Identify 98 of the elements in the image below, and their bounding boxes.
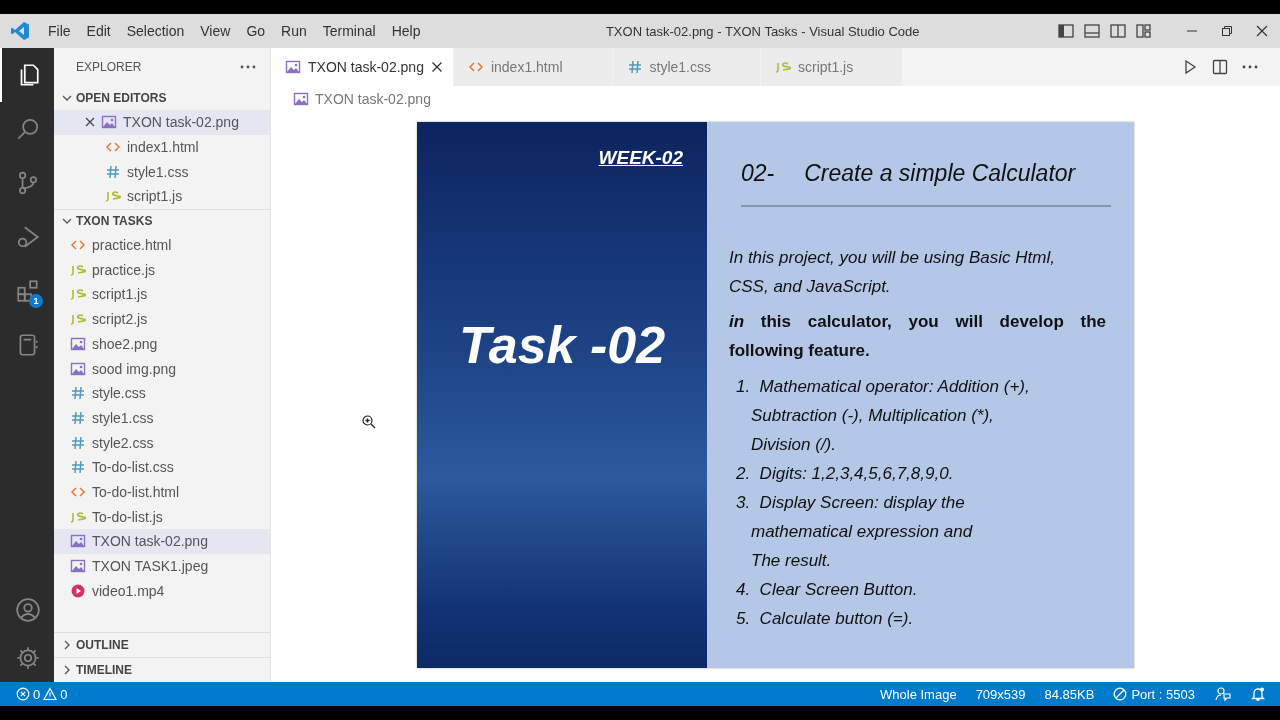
menu-item[interactable]: Go: [238, 23, 274, 39]
heading-number: 02-: [741, 160, 775, 187]
explorer-row[interactable]: script1.js: [54, 184, 270, 209]
week-label: WEEK-02: [598, 147, 683, 169]
script-icon: [775, 59, 791, 75]
section-header[interactable]: TXON TASKS: [76, 214, 153, 229]
split-editor-icon[interactable]: [1212, 59, 1228, 75]
list-item: 2. Digits: 1,2,3,4,5,6,7,8,9,0.: [735, 463, 955, 485]
section-header[interactable]: TIMELINE: [76, 663, 132, 677]
menu-item[interactable]: Selection: [118, 23, 193, 39]
list-item: 4. Clear Screen Button.: [735, 579, 919, 601]
extensions-icon[interactable]: [15, 278, 41, 304]
slide-heading: Create a simple Calculator: [804, 160, 1076, 187]
paragraph: in this calculator, you will develop the following feature.: [729, 311, 1106, 362]
close-icon[interactable]: [1256, 25, 1268, 37]
menu-item[interactable]: Edit: [78, 23, 119, 39]
no-entry-icon[interactable]: [1113, 687, 1128, 701]
breadcrumb-item[interactable]: TXON task-02.png: [315, 91, 431, 107]
list-item: 1. Mathematical operator: Addition (+), Subtraction (-), Multiplication (*), Division (/).: [735, 376, 1031, 456]
image-file-icon: [70, 360, 86, 377]
panel-toggle-icon[interactable]: [1083, 22, 1101, 40]
restore-icon[interactable]: [1221, 25, 1233, 37]
image-file-icon: [70, 335, 86, 352]
editor-tab[interactable]: script1.js: [761, 48, 904, 86]
bell-icon[interactable]: [1250, 686, 1266, 702]
section-header[interactable]: OPEN EDITORS: [76, 91, 167, 105]
menu-item[interactable]: View: [192, 23, 239, 39]
explorer-row[interactable]: style1.css: [54, 159, 270, 185]
explorer-row[interactable]: sood img.png: [54, 356, 270, 381]
more-icon[interactable]: [240, 65, 256, 69]
run-icon[interactable]: [1182, 59, 1198, 75]
explorer-row[interactable]: style.css: [54, 380, 270, 406]
split-layout-icon[interactable]: [1109, 22, 1127, 40]
feedback-icon[interactable]: [1215, 686, 1231, 702]
sidebar-title: EXPLORER: [76, 60, 142, 74]
status-item[interactable]: 709x539: [975, 686, 1026, 702]
zoom-in-icon: [362, 415, 376, 429]
app-logo: [10, 21, 30, 41]
explorer-row[interactable]: practice.html: [54, 232, 270, 258]
explorer-row[interactable]: style1.css: [54, 405, 270, 431]
menu-item[interactable]: Terminal: [314, 23, 384, 39]
status-item[interactable]: 84.85KB: [1044, 686, 1095, 702]
hash-icon: [626, 59, 643, 75]
image-file-icon: [70, 558, 86, 575]
list-item: 3. Display Screen: display the mathematical expression and The result.: [735, 492, 974, 572]
close-icon[interactable]: [85, 117, 95, 128]
account-icon[interactable]: [15, 597, 41, 623]
settings-icon[interactable]: [15, 645, 41, 671]
status-item[interactable]: Whole Image: [880, 686, 957, 702]
list-item: 5. Calculate button (=).: [735, 608, 915, 630]
paragraph: In this project, you will be using Basic Html, CSS, and JavaScript.: [729, 247, 1056, 298]
explorer-row[interactable]: video1.mp4: [54, 578, 270, 604]
more-icon[interactable]: [1242, 65, 1258, 69]
layout-icon[interactable]: [1135, 22, 1153, 40]
explorer-row[interactable]: To-do-list.html: [54, 479, 270, 505]
window-title: TXON task-02.png - TXON Tasks - Visual Studio Code: [604, 23, 921, 39]
script-icon: [70, 286, 86, 303]
hash-icon: [70, 385, 86, 402]
section-header[interactable]: OUTLINE: [76, 638, 129, 652]
menu-item[interactable]: File: [40, 23, 79, 39]
hash-icon: [70, 434, 86, 451]
script-icon: [105, 188, 121, 205]
editor-tab[interactable]: index1.html: [453, 48, 613, 86]
image-file-icon: [285, 59, 301, 75]
search-icon[interactable]: [15, 116, 41, 142]
task-title: Task -02: [458, 315, 666, 375]
error-count[interactable]: 0: [33, 686, 41, 702]
warning-icon[interactable]: [43, 687, 58, 701]
explorer-row[interactable]: To-do-list.css: [54, 454, 270, 480]
warning-count[interactable]: 0: [60, 686, 68, 702]
run-debug-icon[interactable]: [15, 224, 41, 250]
hash-icon: [70, 409, 86, 426]
explorer-row[interactable]: index1.html: [54, 134, 270, 160]
explorer-row[interactable]: script2.js: [54, 306, 270, 332]
hash-icon: [105, 163, 121, 180]
hash-icon: [70, 459, 86, 476]
script-icon: [70, 311, 86, 328]
image-file-icon: [70, 533, 86, 550]
image-file-icon: [101, 114, 117, 131]
explorer-row[interactable]: TXON task-02.png: [54, 529, 270, 554]
menu-item[interactable]: Run: [273, 23, 315, 39]
image-file-icon: [293, 91, 309, 107]
explorer-row[interactable]: To-do-list.js: [54, 504, 270, 529]
port-status[interactable]: Port : 5503: [1131, 686, 1195, 702]
error-icon[interactable]: [16, 687, 30, 701]
notification-badge: 1: [29, 294, 43, 308]
editor-tab[interactable]: style1.css: [612, 48, 761, 86]
explorer-row[interactable]: TXON task-02.png: [54, 110, 270, 135]
sidebar-toggle-icon[interactable]: [1057, 22, 1075, 40]
explorer-row[interactable]: TXON TASK1.jpeg: [54, 553, 270, 579]
explorer-row[interactable]: shoe2.png: [54, 331, 270, 357]
explorer-row[interactable]: style2.css: [54, 430, 270, 455]
editor-tab[interactable]: TXON task-02.png: [271, 48, 454, 86]
menu-item[interactable]: Help: [383, 23, 429, 39]
explorer-row[interactable]: script1.js: [54, 282, 270, 307]
close-icon[interactable]: [430, 61, 443, 73]
play-icon: [70, 582, 86, 599]
explorer-row[interactable]: practice.js: [54, 257, 270, 283]
